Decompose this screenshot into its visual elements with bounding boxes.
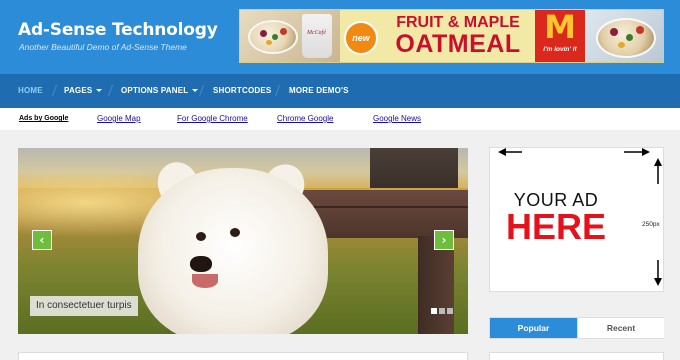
brand-slogan: i'm lovin' it — [543, 46, 577, 53]
slider-dot-2[interactable] — [439, 308, 445, 314]
ad-placeholder-emphasis: HERE — [505, 206, 607, 247]
site-tagline: Another Beautiful Demo of Ad-Sense Theme — [19, 42, 187, 52]
nav-item-pages[interactable]: PAGES — [64, 86, 103, 95]
new-badge: new — [344, 21, 378, 55]
oatmeal-photo-left: McCafé — [240, 10, 340, 62]
nav-divider — [274, 85, 281, 96]
slider-dot-1[interactable] — [431, 308, 437, 314]
dog-image — [138, 168, 328, 334]
nav-item-label: PAGES — [64, 86, 93, 95]
nav-item-label: SHORTCODES — [213, 86, 272, 95]
mcdonalds-logo: M i'm lovin' it — [535, 9, 585, 62]
ad-height-label: 250px — [642, 221, 660, 228]
sidebar-ad-placeholder[interactable]: YOUR AD HERE 250px — [489, 147, 664, 292]
banner-headline-bottom: OATMEAL — [395, 30, 521, 58]
slider-prev-button[interactable]: ‹ — [32, 230, 52, 250]
oatmeal-bowl-image — [248, 20, 298, 54]
page: Ad-Sense Technology Another Beautiful De… — [0, 0, 680, 360]
adsense-link-bar: Ads by Google Google Map For Google Chro… — [0, 108, 680, 130]
tab-recent[interactable]: Recent — [577, 318, 664, 338]
nav-divider — [198, 85, 205, 96]
ad-link[interactable]: Chrome Google — [277, 114, 333, 123]
site-title[interactable]: Ad-Sense Technology — [18, 20, 218, 40]
main-nav: HOME PAGES OPTIONS PANEL SHORTCODES MORE… — [0, 74, 680, 108]
nav-item-more-demos[interactable]: MORE DEMO'S — [289, 86, 349, 95]
oatmeal-photo-right — [586, 10, 663, 62]
nav-item-home[interactable]: HOME — [18, 86, 43, 95]
nav-item-options-panel[interactable]: OPTIONS PANEL — [121, 86, 199, 95]
nav-item-label: HOME — [18, 86, 43, 95]
new-badge-text: new — [352, 33, 370, 43]
nav-item-label: MORE DEMO'S — [289, 86, 349, 95]
dog-eye — [230, 228, 240, 237]
golden-arches-icon: M — [544, 9, 576, 46]
slider-dot-3[interactable] — [447, 308, 453, 314]
content-panel — [18, 352, 468, 360]
bench-leg — [418, 236, 454, 334]
ad-link[interactable]: Google Map — [97, 114, 141, 123]
dog-mouth — [192, 274, 218, 288]
slider-next-button[interactable]: › — [434, 230, 454, 250]
chevron-right-icon: › — [441, 233, 447, 247]
nav-item-shortcodes[interactable]: SHORTCODES — [213, 86, 271, 95]
oatmeal-bowl-image — [596, 18, 656, 58]
ad-link[interactable]: For Google Chrome — [177, 114, 248, 123]
banner-ad[interactable]: McCafé new FRUIT & MAPLE OATMEAL M i'm l… — [239, 9, 664, 63]
ads-by-google-label[interactable]: Ads by Google — [19, 115, 68, 122]
tab-popular[interactable]: Popular — [490, 318, 577, 338]
dog-nose — [190, 256, 212, 272]
image-slider[interactable]: ‹ › In consectetuer turpis — [18, 148, 468, 334]
caret-down-icon — [96, 89, 103, 93]
bench-image — [370, 148, 458, 188]
bench-plank — [300, 206, 468, 208]
nav-item-label: OPTIONS PANEL — [121, 86, 189, 95]
slide-caption: In consectetuer turpis — [30, 296, 138, 316]
cup-logo: McCafé — [307, 30, 326, 36]
dog-eye — [196, 232, 206, 241]
sidebar-panel — [489, 352, 664, 360]
caret-down-icon — [192, 89, 199, 93]
ad-link[interactable]: Google News — [373, 114, 421, 123]
chevron-left-icon: ‹ — [39, 233, 45, 247]
nav-divider — [107, 85, 114, 96]
nav-divider — [51, 85, 58, 96]
sidebar-tabs: Popular Recent — [489, 317, 664, 339]
coffee-cup-image: McCafé — [302, 14, 332, 58]
site-header: Ad-Sense Technology Another Beautiful De… — [0, 0, 680, 74]
